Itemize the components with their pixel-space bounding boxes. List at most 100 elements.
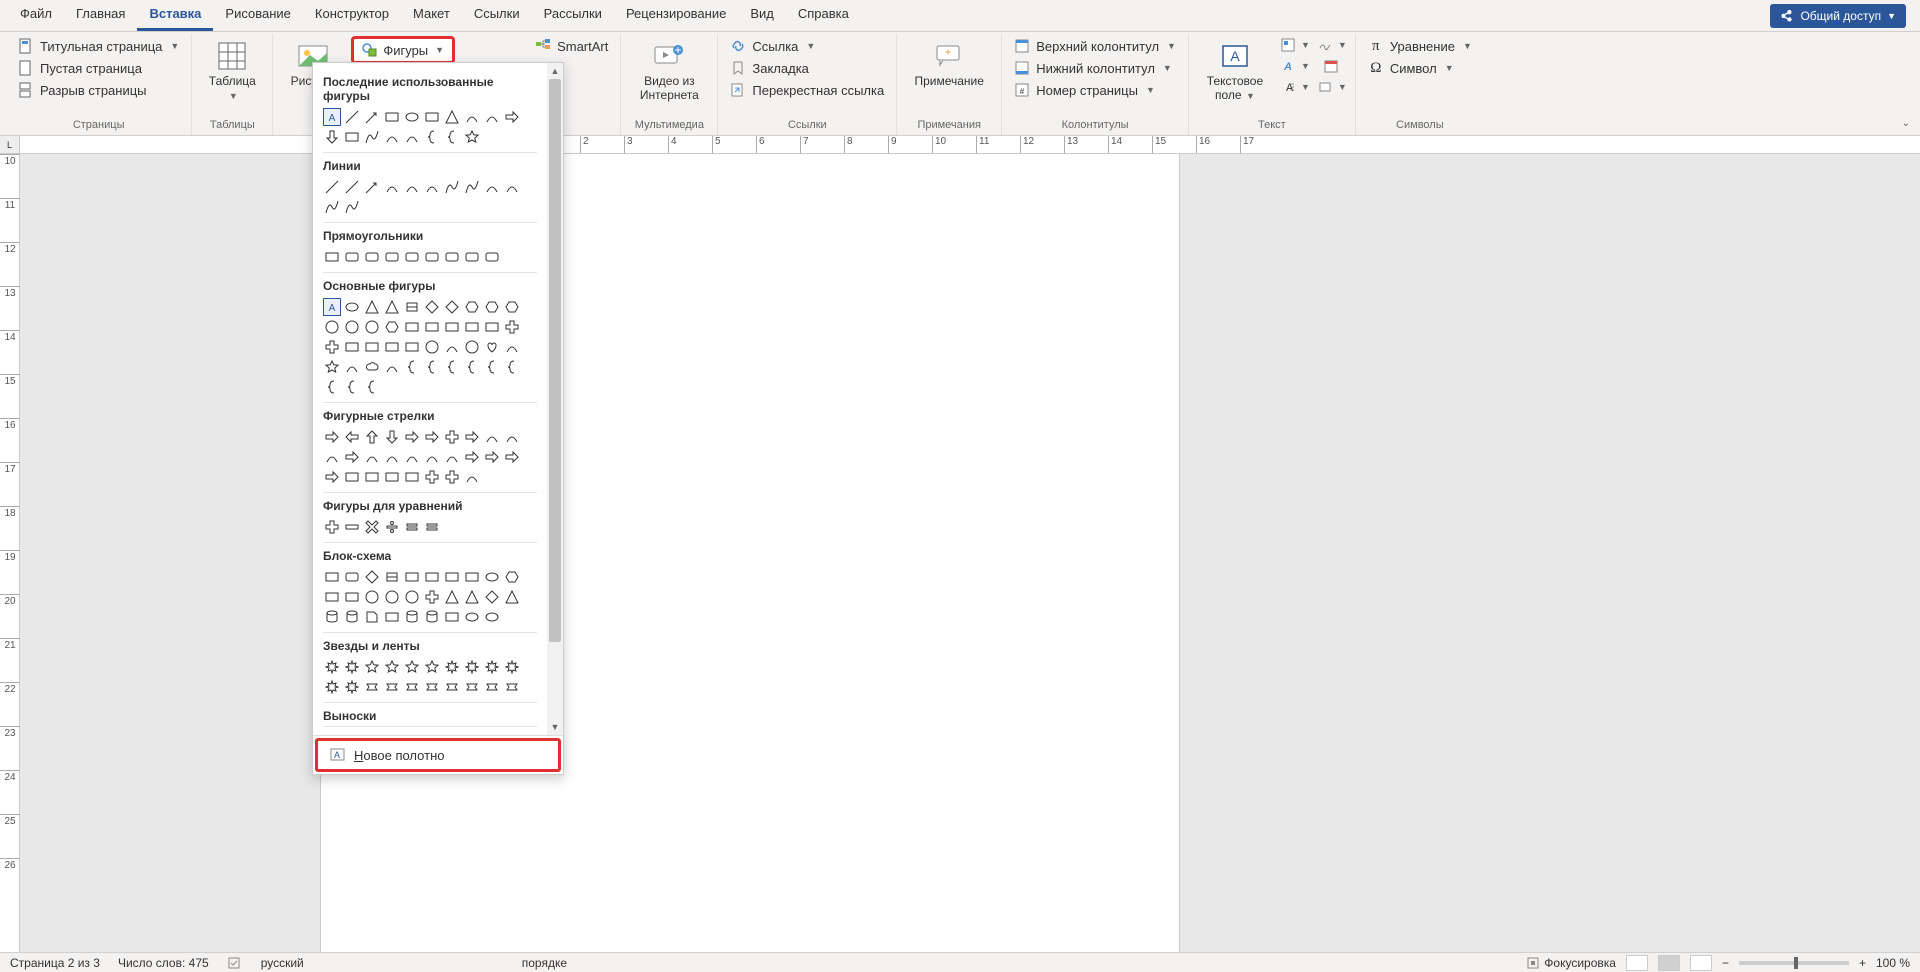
shape-item[interactable] xyxy=(403,128,421,146)
shape-item[interactable] xyxy=(323,608,341,626)
shape-item[interactable] xyxy=(383,358,401,376)
shape-item[interactable] xyxy=(423,248,441,266)
shape-item[interactable] xyxy=(483,178,501,196)
shape-item[interactable] xyxy=(423,428,441,446)
shape-item[interactable] xyxy=(463,178,481,196)
shape-item[interactable] xyxy=(363,678,381,696)
shape-item[interactable] xyxy=(463,468,481,486)
shape-item[interactable] xyxy=(343,678,361,696)
page-break-button[interactable]: Разрыв страницы xyxy=(14,80,183,100)
shape-item[interactable] xyxy=(343,128,361,146)
shape-item[interactable] xyxy=(503,428,521,446)
quickparts-button[interactable] xyxy=(1279,36,1297,54)
shape-item[interactable] xyxy=(383,248,401,266)
shape-item[interactable] xyxy=(443,128,461,146)
bookmark-button[interactable]: Закладка xyxy=(726,58,888,78)
crossref-button[interactable]: Перекрестная ссылка xyxy=(726,80,888,100)
zoom-slider[interactable] xyxy=(1739,961,1849,965)
shape-item[interactable] xyxy=(443,298,461,316)
shape-item[interactable] xyxy=(343,428,361,446)
shape-item[interactable] xyxy=(463,588,481,606)
focus-mode-button[interactable]: Фокусировка xyxy=(1526,956,1616,970)
shape-item[interactable] xyxy=(423,468,441,486)
shape-item[interactable] xyxy=(323,518,341,536)
shape-item[interactable] xyxy=(323,568,341,586)
equation-button[interactable]: πУравнение▼ xyxy=(1364,36,1476,56)
tab-file[interactable]: Файл xyxy=(8,0,64,31)
shape-item[interactable] xyxy=(323,428,341,446)
shape-item[interactable] xyxy=(363,128,381,146)
shape-item[interactable] xyxy=(363,468,381,486)
shape-item[interactable] xyxy=(463,298,481,316)
signature-button[interactable] xyxy=(1316,36,1334,54)
shape-item[interactable] xyxy=(503,658,521,676)
shape-item[interactable] xyxy=(463,358,481,376)
shape-item[interactable] xyxy=(463,678,481,696)
shape-item[interactable] xyxy=(363,318,381,336)
tab-insert[interactable]: Вставка xyxy=(137,0,213,31)
shape-item[interactable] xyxy=(343,198,361,216)
share-button[interactable]: Общий доступ ▼ xyxy=(1770,4,1906,28)
status-words[interactable]: Число слов: 475 xyxy=(118,956,209,970)
shape-item[interactable] xyxy=(383,468,401,486)
shapes-scrollbar[interactable]: ▲ ▼ xyxy=(547,63,563,735)
shape-item[interactable] xyxy=(423,608,441,626)
shape-item[interactable] xyxy=(463,318,481,336)
shape-item[interactable] xyxy=(483,678,501,696)
shape-item[interactable] xyxy=(343,108,361,126)
shape-item[interactable] xyxy=(383,428,401,446)
shapes-button[interactable]: Фигуры ▼ xyxy=(351,36,455,64)
shape-item[interactable] xyxy=(443,658,461,676)
ruler-vertical[interactable]: 1011121314151617181920212223242526 xyxy=(0,154,20,952)
shape-item[interactable] xyxy=(343,318,361,336)
shape-item[interactable] xyxy=(403,358,421,376)
shape-item[interactable] xyxy=(423,568,441,586)
zoom-level[interactable]: 100 % xyxy=(1876,956,1910,970)
shape-item[interactable]: A xyxy=(323,298,341,316)
shape-item[interactable] xyxy=(483,448,501,466)
shape-item[interactable] xyxy=(363,448,381,466)
shape-item[interactable] xyxy=(323,198,341,216)
shape-item[interactable] xyxy=(363,178,381,196)
shape-item[interactable] xyxy=(323,678,341,696)
shape-item[interactable] xyxy=(323,248,341,266)
shape-item[interactable] xyxy=(463,428,481,446)
shape-item[interactable] xyxy=(503,588,521,606)
ribbon-collapse-button[interactable]: ⌄ xyxy=(1902,118,1910,129)
shape-item[interactable] xyxy=(343,298,361,316)
comment-button[interactable]: + Примечание xyxy=(905,36,993,92)
shape-item[interactable] xyxy=(463,338,481,356)
shape-item[interactable] xyxy=(383,298,401,316)
status-language[interactable]: русский xyxy=(261,956,304,970)
shape-item[interactable] xyxy=(403,658,421,676)
shape-item[interactable] xyxy=(343,468,361,486)
shape-item[interactable] xyxy=(483,608,501,626)
shape-item[interactable] xyxy=(423,298,441,316)
shape-item[interactable] xyxy=(443,318,461,336)
shape-item[interactable] xyxy=(343,378,361,396)
textbox-button[interactable]: A Текстовое поле ▼ xyxy=(1197,36,1273,107)
tab-review[interactable]: Рецензирование xyxy=(614,0,738,31)
shape-item[interactable] xyxy=(363,378,381,396)
shape-item[interactable] xyxy=(363,338,381,356)
shape-item[interactable] xyxy=(463,108,481,126)
scroll-thumb[interactable] xyxy=(549,79,561,642)
shape-item[interactable] xyxy=(363,358,381,376)
datetime-button[interactable] xyxy=(1322,57,1340,75)
tab-home[interactable]: Главная xyxy=(64,0,137,31)
shape-item[interactable] xyxy=(403,588,421,606)
shape-item[interactable] xyxy=(323,448,341,466)
shape-item[interactable] xyxy=(323,588,341,606)
shape-item[interactable] xyxy=(363,248,381,266)
shape-item[interactable] xyxy=(323,318,341,336)
shape-item[interactable] xyxy=(363,588,381,606)
view-print-button[interactable] xyxy=(1658,955,1680,971)
shape-item[interactable] xyxy=(383,128,401,146)
header-button[interactable]: Верхний колонтитул▼ xyxy=(1010,36,1180,56)
shape-item[interactable] xyxy=(443,248,461,266)
shape-item[interactable] xyxy=(363,658,381,676)
shape-item[interactable] xyxy=(423,108,441,126)
shape-item[interactable] xyxy=(323,358,341,376)
shape-item[interactable] xyxy=(403,108,421,126)
shape-item[interactable]: A xyxy=(323,108,341,126)
